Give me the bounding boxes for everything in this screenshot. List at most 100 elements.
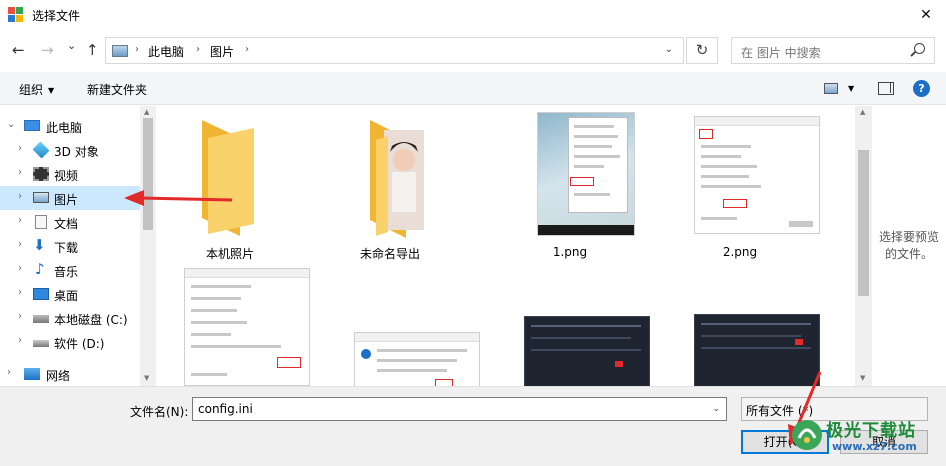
filename-value: config.ini [198, 402, 253, 416]
tree-item-label: 图片 [54, 193, 79, 207]
command-toolbar: 组织 ▼ 新建文件夹 ▼ ? [0, 72, 946, 105]
close-button[interactable]: ✕ [918, 7, 934, 23]
breadcrumb-separator-icon: › [135, 44, 139, 55]
preview-message: 选择要预览的文件。 [878, 230, 939, 261]
filename-label: 文件名(N): [130, 405, 189, 419]
desktop-icon [33, 288, 49, 300]
scroll-down-icon[interactable]: ▼ [144, 374, 149, 382]
tree-item-label: 软件 (D:) [54, 337, 105, 351]
chevron-down-icon[interactable]: ⌄ [7, 119, 15, 130]
file-name: 本机照片 [205, 247, 254, 261]
chevron-right-icon[interactable]: › [18, 215, 22, 226]
app-icon [8, 7, 24, 23]
navigation-row: ← → ⌄ ↑ › 此电脑 › 图片 › ⌄ ↻ 在 图片 中搜索 [0, 32, 946, 68]
breadcrumb-separator-icon: › [245, 44, 249, 55]
chevron-right-icon[interactable]: › [18, 287, 22, 298]
chevron-right-icon[interactable]: › [18, 263, 22, 274]
recent-locations-chevron-icon[interactable]: ⌄ [67, 39, 76, 52]
local-disk-icon [33, 315, 49, 323]
preview-pane-toggle-icon[interactable] [878, 82, 894, 95]
chevron-right-icon[interactable]: › [18, 191, 22, 202]
search-icon[interactable] [914, 43, 925, 54]
back-arrow-icon[interactable]: ← [12, 41, 25, 59]
network-icon [24, 368, 40, 380]
image-thumbnail [537, 112, 635, 236]
address-bar[interactable]: › 此电脑 › 图片 › ⌄ [105, 37, 684, 64]
file-tile[interactable]: 2.png [670, 106, 820, 266]
tree-item-label: 视频 [54, 169, 79, 183]
file-tile[interactable]: 本机照片 [160, 106, 300, 266]
breadcrumb-this-pc[interactable]: 此电脑 [148, 43, 184, 60]
file-tile[interactable]: 未命名导出 [320, 106, 460, 266]
file-tile[interactable]: 1.png [500, 106, 640, 266]
tree-item-label: 3D 对象 [54, 145, 99, 159]
chevron-right-icon[interactable]: › [18, 239, 22, 250]
chevron-down-icon[interactable]: ⌄ [712, 404, 720, 414]
chevron-right-icon[interactable]: › [18, 143, 22, 154]
file-tile[interactable] [160, 266, 310, 386]
computer-icon [24, 120, 40, 131]
forward-arrow-icon[interactable]: → [41, 41, 54, 59]
address-dropdown-icon[interactable]: ⌄ [665, 44, 673, 55]
scrollbar-thumb[interactable] [858, 150, 869, 296]
filename-input[interactable]: config.ini ⌄ [192, 397, 727, 421]
tree-item-label: 下载 [54, 241, 79, 255]
file-tile[interactable] [670, 266, 820, 386]
search-input[interactable]: 在 图片 中搜索 [731, 37, 935, 64]
chevron-right-icon[interactable]: › [18, 167, 22, 178]
tree-item-label: 此电脑 [46, 121, 83, 135]
title-bar: 选择文件 ✕ [0, 0, 946, 30]
view-caret-icon[interactable]: ▼ [848, 84, 854, 93]
file-name: 1.png [552, 245, 588, 259]
image-thumbnail [524, 316, 650, 386]
file-name: 2.png [722, 245, 758, 259]
tree-item-drive-d[interactable]: › 软件 (D:) [0, 330, 140, 354]
organize-button[interactable]: 组织 ▼ [19, 81, 54, 98]
pictures-icon [33, 192, 49, 203]
caret-down-icon: ▼ [48, 86, 55, 95]
tree-item-pictures[interactable]: › 图片 [0, 186, 140, 210]
tree-item-network[interactable]: › 网络 [0, 362, 140, 386]
preview-pane: 选择要预览的文件。 [872, 106, 946, 386]
tree-item-music[interactable]: › ♪ 音乐 [0, 258, 140, 282]
file-list-scrollbar[interactable]: ▲ ▼ [855, 106, 872, 386]
chevron-right-icon[interactable]: › [7, 367, 11, 378]
navigation-scrollbar[interactable]: ▲ ▼ [140, 106, 156, 386]
scroll-up-icon[interactable]: ▲ [860, 108, 865, 116]
tree-item-desktop[interactable]: › 桌面 [0, 282, 140, 306]
file-tile[interactable] [330, 266, 480, 386]
pictures-location-icon [112, 45, 128, 57]
refresh-button[interactable]: ↻ [686, 37, 718, 64]
tree-item-label: 文档 [54, 217, 79, 231]
tree-item-video[interactable]: › 视频 [0, 162, 140, 186]
help-icon[interactable]: ? [913, 80, 930, 97]
drive-icon [33, 340, 49, 347]
folder-icon [202, 120, 254, 236]
tree-item-label: 网络 [46, 369, 71, 383]
view-options-icon[interactable] [824, 83, 838, 94]
up-arrow-icon[interactable]: ↑ [86, 41, 99, 59]
new-folder-button[interactable]: 新建文件夹 [87, 81, 147, 98]
tree-item-label: 本地磁盘 (C:) [54, 313, 128, 327]
breadcrumb-separator-icon: › [196, 44, 200, 55]
organize-label: 组织 [19, 83, 44, 97]
tree-item-3d-objects[interactable]: › 3D 对象 [0, 138, 140, 162]
downloads-icon: ⬇ [33, 236, 46, 254]
watermark-emblem-icon [792, 420, 822, 450]
scroll-up-icon[interactable]: ▲ [144, 108, 149, 116]
tree-item-label: 音乐 [54, 265, 79, 279]
file-name: 未命名导出 [359, 247, 420, 261]
tree-item-downloads[interactable]: › ⬇ 下载 [0, 234, 140, 258]
tree-item-this-pc[interactable]: ⌄ 此电脑 [0, 114, 140, 138]
highlight-box [570, 177, 594, 186]
watermark-logo: 极光下载站 www.xz7.com [784, 414, 944, 464]
tree-item-local-disk-c[interactable]: › 本地磁盘 (C:) [0, 306, 140, 330]
scrollbar-thumb[interactable] [143, 118, 153, 230]
breadcrumb-pictures[interactable]: 图片 [210, 43, 234, 60]
chevron-right-icon[interactable]: › [18, 311, 22, 322]
window-title: 选择文件 [32, 8, 81, 23]
tree-item-documents[interactable]: › 文档 [0, 210, 140, 234]
file-tile[interactable] [500, 266, 650, 386]
scroll-down-icon[interactable]: ▼ [860, 374, 865, 382]
chevron-right-icon[interactable]: › [18, 335, 22, 346]
